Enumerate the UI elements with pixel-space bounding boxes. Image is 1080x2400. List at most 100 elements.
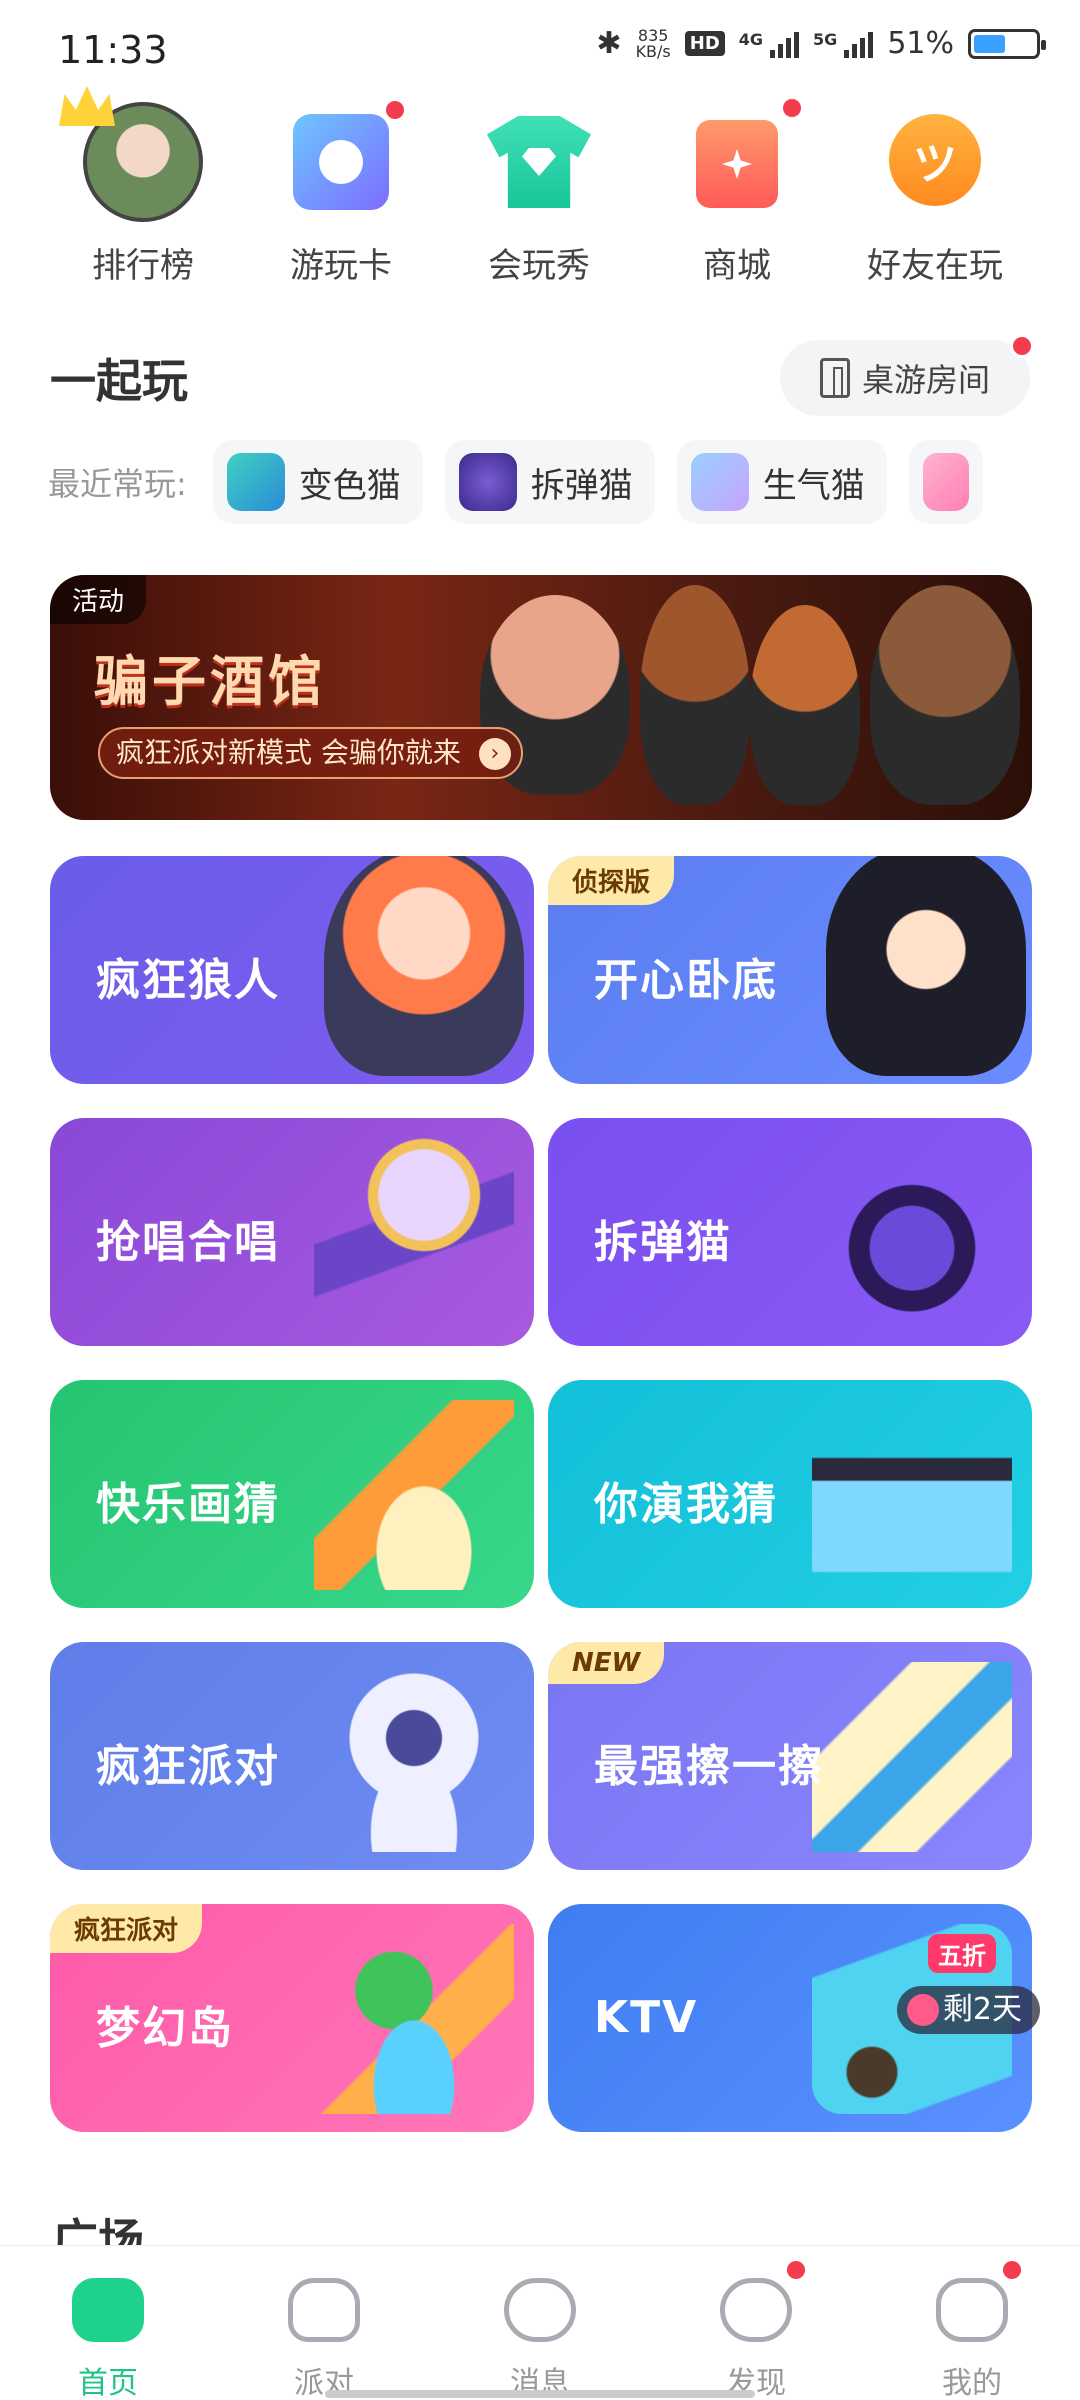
game-card-singing[interactable]: 抢唱合唱 bbox=[50, 1118, 534, 1346]
tab-label: 首页 bbox=[78, 2366, 138, 2400]
room-button-label: 桌游房间 bbox=[861, 361, 990, 399]
island-image bbox=[314, 1924, 514, 2114]
deer-character-image bbox=[750, 605, 860, 805]
play-card-badge bbox=[383, 98, 407, 122]
top-shortcuts: 排行榜 游玩卡 会玩秀 商城 ツ 好友在玩 bbox=[0, 86, 1080, 290]
tab-home[interactable]: 首页 bbox=[0, 2246, 216, 2400]
clapperboard-image bbox=[812, 1400, 1012, 1590]
crown-icon bbox=[59, 86, 115, 126]
net1-label: 4G bbox=[738, 29, 764, 49]
banner-title: 骗子酒馆 bbox=[94, 650, 326, 713]
tab-me[interactable]: 我的 bbox=[864, 2246, 1080, 2400]
hd-icon: HD bbox=[684, 31, 725, 56]
game-card-charades[interactable]: 你演我猜 bbox=[548, 1380, 1032, 1608]
angry-cat-icon bbox=[690, 453, 749, 511]
chip-label: 拆弹猫 bbox=[530, 465, 633, 506]
game-card-ktv[interactable]: 五折 剩2天 KTV bbox=[548, 1904, 1040, 2132]
recent-game-chip[interactable]: 变色猫 bbox=[212, 440, 423, 524]
card-title: 拆弹猫 bbox=[594, 1217, 732, 1268]
card-badge: NEW bbox=[548, 1642, 665, 1684]
net-speed: 835 KB/s bbox=[635, 27, 671, 61]
recent-game-chip[interactable]: 拆弹猫 bbox=[444, 440, 655, 524]
battery-icon bbox=[968, 28, 1046, 59]
tab-messages[interactable]: 消息 bbox=[432, 2246, 648, 2400]
shortcut-label: 会玩秀 bbox=[488, 246, 590, 286]
card-title: 快乐画猜 bbox=[96, 1479, 280, 1530]
chip-label: 变色猫 bbox=[298, 465, 401, 506]
card-title: 你演我猜 bbox=[594, 1479, 778, 1530]
shortcut-play-card[interactable]: 游玩卡 bbox=[242, 90, 440, 290]
countdown-badge: 剩2天 bbox=[896, 1986, 1040, 2034]
card-title: 开心卧底 bbox=[594, 955, 778, 1006]
recent-played: 最近常玩: 变色猫 拆弹猫 生气猫 bbox=[48, 440, 983, 524]
battery-percent: 51% bbox=[887, 26, 954, 61]
ranking-avatar-icon bbox=[59, 86, 203, 222]
event-banner[interactable]: 活动 骗子酒馆 疯狂派对新模式 会骗你就来 › bbox=[50, 575, 1032, 820]
net-speed-unit: KB/s bbox=[635, 41, 671, 61]
shopping-bag-icon bbox=[696, 96, 804, 208]
shortcut-friends[interactable]: ツ 好友在玩 bbox=[836, 90, 1034, 290]
tab-label: 我的 bbox=[942, 2366, 1002, 2400]
tab-discover[interactable]: 发现 bbox=[648, 2246, 864, 2400]
recent-game-chip[interactable]: 生气猫 bbox=[676, 440, 887, 524]
bomb-cat-icon bbox=[458, 453, 517, 511]
game-card-dream-island[interactable]: 疯狂派对 梦幻岛 bbox=[50, 1904, 534, 2132]
game-card-eraser[interactable]: NEW 最强擦一擦 bbox=[548, 1642, 1032, 1870]
door-icon bbox=[819, 358, 850, 398]
status-bar: 11:33 ✱ 835 KB/s HD 4G 5G 51% bbox=[0, 0, 1080, 90]
sale-badge: 五折 bbox=[928, 1934, 996, 1973]
banner-tag: 活动 bbox=[50, 575, 147, 624]
card-title: 梦幻岛 bbox=[96, 2003, 234, 2054]
section-title: 一起玩 bbox=[50, 354, 188, 408]
chat-bubble-icon bbox=[504, 2278, 576, 2342]
signal-5g-icon: 5G bbox=[813, 29, 874, 58]
bottom-tab-bar: 首页 派对 消息 发现 我的 bbox=[0, 2245, 1080, 2400]
horse-character-image bbox=[640, 585, 750, 805]
dog-character-image bbox=[870, 585, 1020, 805]
status-icons: ✱ 835 KB/s HD 4G 5G 51% bbox=[596, 26, 1046, 61]
tab-party[interactable]: 派对 bbox=[216, 2246, 432, 2400]
card-title: 抢唱合唱 bbox=[96, 1217, 280, 1268]
detective-image bbox=[826, 856, 1026, 1076]
card-title: 疯狂狼人 bbox=[96, 955, 280, 1006]
profile-face-icon bbox=[936, 2278, 1008, 2342]
shortcut-label: 排行榜 bbox=[92, 246, 194, 286]
bluetooth-icon: ✱ bbox=[596, 26, 622, 61]
eraser-image bbox=[812, 1662, 1012, 1852]
banner-subtitle: 疯狂派对新模式 会骗你就来 › bbox=[98, 727, 523, 779]
microphone-image bbox=[314, 1138, 514, 1328]
compass-icon bbox=[720, 2278, 792, 2342]
net2-label: 5G bbox=[813, 29, 838, 49]
fox-girl-image bbox=[324, 856, 524, 1076]
card-badge: 侦探版 bbox=[548, 856, 675, 905]
shortcut-label: 游玩卡 bbox=[290, 246, 392, 286]
room-badge bbox=[1010, 334, 1034, 358]
gamepad-icon bbox=[72, 2278, 144, 2342]
smile-face-icon: ツ bbox=[889, 114, 981, 206]
chip-label: 生气猫 bbox=[762, 465, 865, 506]
shortcut-label: 商城 bbox=[703, 246, 771, 286]
game-card-drawing[interactable]: 快乐画猜 bbox=[50, 1380, 534, 1608]
shortcut-label: 好友在玩 bbox=[867, 246, 1003, 286]
pencil-image bbox=[314, 1400, 514, 1590]
card-title: KTV bbox=[594, 1992, 699, 2043]
plaza-section-title: 广场 bbox=[52, 2214, 144, 2247]
play-card-icon bbox=[293, 98, 407, 210]
recent-game-chip-partial[interactable] bbox=[908, 440, 983, 524]
robot-cat-image bbox=[314, 1662, 514, 1852]
game-card-bomb-cat[interactable]: 拆弹猫 bbox=[548, 1118, 1032, 1346]
shortcut-mall[interactable]: 商城 bbox=[638, 90, 836, 290]
game-card-werewolf[interactable]: 疯狂狼人 bbox=[50, 856, 534, 1084]
mall-badge bbox=[780, 96, 804, 120]
signal-4g-icon: 4G bbox=[738, 29, 800, 58]
shortcut-show[interactable]: 会玩秀 bbox=[440, 90, 638, 290]
chameleon-cat-icon bbox=[226, 453, 285, 511]
game-card-party[interactable]: 疯狂派对 bbox=[50, 1642, 534, 1870]
shortcut-ranking[interactable]: 排行榜 bbox=[44, 86, 242, 290]
board-game-room-button[interactable]: 桌游房间 bbox=[780, 334, 1034, 416]
chevron-right-icon: › bbox=[478, 738, 511, 770]
game-icon bbox=[922, 453, 969, 511]
tshirt-gem-icon bbox=[487, 116, 591, 208]
game-card-undercover[interactable]: 侦探版 开心卧底 bbox=[548, 856, 1032, 1084]
recent-label: 最近常玩: bbox=[48, 465, 187, 503]
